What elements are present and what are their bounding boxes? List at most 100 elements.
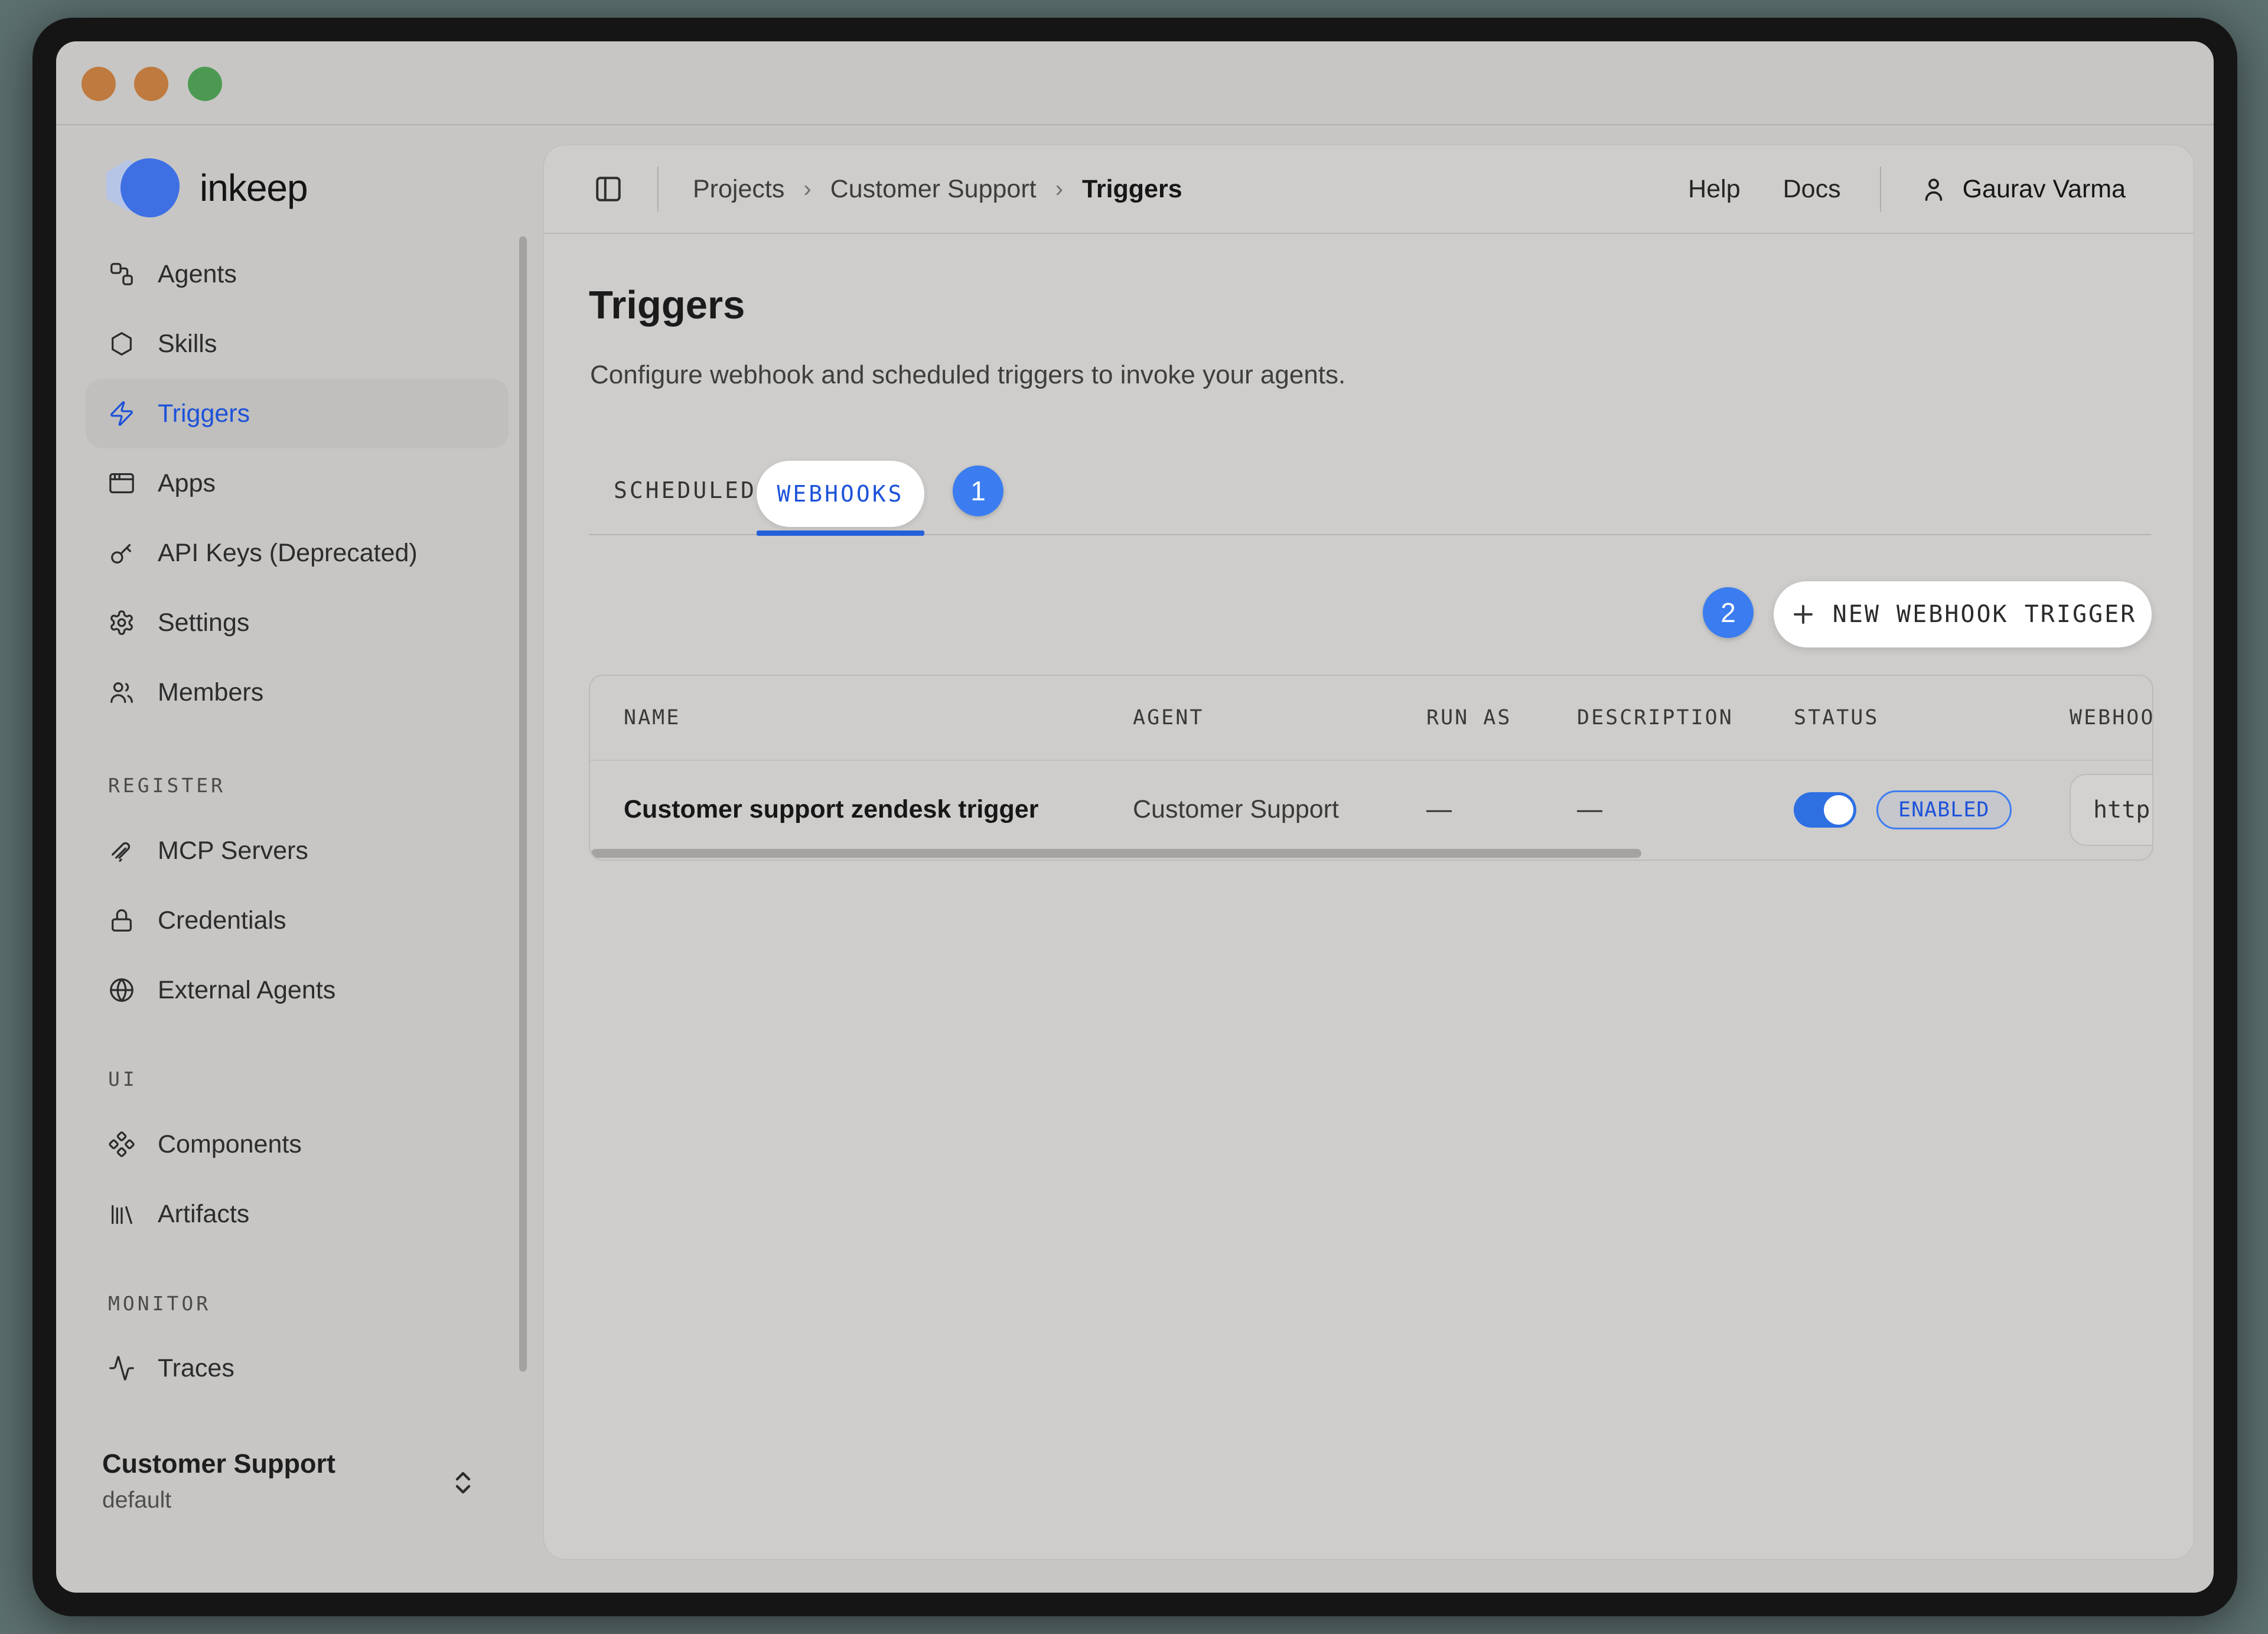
hexagon-icon xyxy=(108,330,135,357)
sidebar-item-label: MCP Servers xyxy=(158,836,308,865)
logo-blob-icon xyxy=(120,158,180,217)
title-bar xyxy=(56,41,2214,125)
lock-icon xyxy=(108,907,135,934)
app-window-icon xyxy=(108,470,135,497)
sidebar-nav-ui: Components Artifacts xyxy=(86,1109,509,1249)
sidebar-item-label: Artifacts xyxy=(158,1200,249,1229)
sidebar-item-label: Agents xyxy=(158,260,237,289)
chevrons-up-down-icon xyxy=(449,1469,477,1497)
header-divider xyxy=(657,167,659,211)
zoom-window-button[interactable] xyxy=(188,67,222,101)
panel-header: Projects › Customer Support › Triggers H… xyxy=(544,145,2194,234)
sidebar-item-external-agents[interactable]: External Agents xyxy=(86,955,509,1025)
column-header-webhook-url: WEBHOOK URL xyxy=(2036,706,2152,730)
column-header-status: STATUS xyxy=(1760,706,2036,730)
sidebar-scrollbar[interactable] xyxy=(519,236,527,1372)
sidebar-item-mcp-servers[interactable]: MCP Servers xyxy=(86,816,509,886)
close-window-button[interactable] xyxy=(82,67,116,101)
sidebar-item-settings[interactable]: Settings xyxy=(86,588,509,657)
table-header-row: NAME AGENT RUN AS DESCRIPTION STATUS WEB… xyxy=(590,676,2152,761)
minimize-window-button[interactable] xyxy=(134,67,168,101)
sidebar-item-label: API Keys (Deprecated) xyxy=(158,539,418,568)
sidebar-item-label: Credentials xyxy=(158,906,286,935)
sidebar-nav-main: Agents Skills Triggers xyxy=(86,239,509,727)
page-title: Triggers xyxy=(589,282,745,328)
inkeep-logo[interactable]: inkeep xyxy=(100,157,308,219)
column-header-run-as: RUN AS xyxy=(1393,706,1543,730)
breadcrumb-separator: › xyxy=(803,176,811,203)
column-header-description: DESCRIPTION xyxy=(1543,706,1760,730)
sidebar-item-label: Apps xyxy=(158,469,216,498)
breadcrumb-triggers[interactable]: Triggers xyxy=(1082,175,1182,204)
toggle-knob xyxy=(1824,795,1853,825)
sidebar-item-label: External Agents xyxy=(158,976,335,1005)
main-panel: Projects › Customer Support › Triggers H… xyxy=(543,145,2194,1560)
sidebar-item-agents[interactable]: Agents xyxy=(86,239,509,309)
webhook-url-chip[interactable]: https xyxy=(2070,774,2153,846)
triggers-page: Triggers Configure webhook and scheduled… xyxy=(544,235,2194,1559)
sidebar-item-traces[interactable]: Traces xyxy=(86,1333,509,1403)
sidebar-item-label: Triggers xyxy=(158,399,250,428)
sidebar-item-members[interactable]: Members xyxy=(86,657,509,727)
sidebar-item-label: Traces xyxy=(158,1354,234,1383)
sidebar-item-artifacts[interactable]: Artifacts xyxy=(86,1179,509,1249)
status-badge: ENABLED xyxy=(1876,790,2012,829)
section-label-ui: UI xyxy=(108,1067,138,1091)
sidebar-item-triggers[interactable]: Triggers xyxy=(86,379,509,448)
trigger-description-cell: — xyxy=(1543,795,1760,824)
trigger-webhook-url-cell: https xyxy=(2036,774,2153,846)
sidebar-item-label: Skills xyxy=(158,330,217,359)
new-webhook-trigger-label: NEW WEBHOOK TRIGGER xyxy=(1833,601,2137,628)
annotation-step-2-badge: 2 xyxy=(1703,587,1754,638)
components-icon xyxy=(108,1131,135,1158)
sidebar-nav-monitor: Traces xyxy=(86,1333,509,1403)
header-divider xyxy=(1880,167,1881,211)
sidebar-toggle-icon[interactable] xyxy=(594,174,623,204)
docs-link[interactable]: Docs xyxy=(1783,175,1841,204)
breadcrumb-separator: › xyxy=(1055,176,1063,203)
sidebar-item-components[interactable]: Components xyxy=(86,1109,509,1179)
tab-webhooks[interactable]: WEBHOOKS xyxy=(757,461,924,527)
column-header-agent: AGENT xyxy=(1099,706,1393,730)
trigger-agent-cell: Customer Support xyxy=(1099,795,1393,824)
status-toggle[interactable] xyxy=(1794,792,1856,828)
sidebar-item-skills[interactable]: Skills xyxy=(86,309,509,379)
breadcrumb-customer-support[interactable]: Customer Support xyxy=(830,175,1037,204)
table-row[interactable]: Customer support zendesk trigger Custome… xyxy=(590,761,2152,858)
webhook-triggers-table: NAME AGENT RUN AS DESCRIPTION STATUS WEB… xyxy=(589,675,2153,861)
active-tab-indicator xyxy=(757,530,924,536)
brand-name: inkeep xyxy=(200,166,308,210)
page-description: Configure webhook and scheduled triggers… xyxy=(590,360,1345,390)
zap-icon xyxy=(108,400,135,427)
user-menu[interactable]: Gaurav Varma xyxy=(1963,175,2126,204)
breadcrumb-projects[interactable]: Projects xyxy=(693,175,784,204)
activity-icon xyxy=(108,1355,135,1382)
sidebar-item-credentials[interactable]: Credentials xyxy=(86,886,509,955)
sidebar-item-api-keys[interactable]: API Keys (Deprecated) xyxy=(86,518,509,588)
breadcrumb: Projects › Customer Support › Triggers xyxy=(693,175,1182,204)
trigger-status-cell: ENABLED xyxy=(1760,790,2036,829)
column-header-name: NAME xyxy=(590,706,1099,730)
sidebar-item-apps[interactable]: Apps xyxy=(86,448,509,518)
help-link[interactable]: Help xyxy=(1688,175,1740,204)
project-switcher[interactable]: Customer Support default xyxy=(102,1449,510,1513)
key-icon xyxy=(108,539,135,567)
sidebar-item-label: Components xyxy=(158,1130,302,1159)
users-icon xyxy=(108,679,135,706)
gear-icon xyxy=(108,609,135,636)
annotation-step-1-badge: 1 xyxy=(953,466,1003,516)
library-icon xyxy=(108,1200,135,1228)
tab-scheduled[interactable]: SCHEDULED xyxy=(614,477,757,503)
window-frame: inkeep Agents Skills xyxy=(32,18,2237,1616)
table-horizontal-scrollbar[interactable] xyxy=(591,849,1641,858)
plus-icon xyxy=(1789,600,1817,629)
new-webhook-trigger-button[interactable]: NEW WEBHOOK TRIGGER xyxy=(1774,581,2152,647)
user-icon xyxy=(1920,175,1947,203)
sidebar-nav-register: MCP Servers Credentials External Agents xyxy=(86,816,509,1025)
globe-icon xyxy=(108,977,135,1004)
trigger-name-cell: Customer support zendesk trigger xyxy=(590,795,1099,824)
trigger-run-as-cell: — xyxy=(1393,795,1543,824)
sidebar-item-label: Members xyxy=(158,678,263,707)
section-label-monitor: MONITOR xyxy=(108,1292,211,1315)
agents-icon xyxy=(108,261,135,288)
